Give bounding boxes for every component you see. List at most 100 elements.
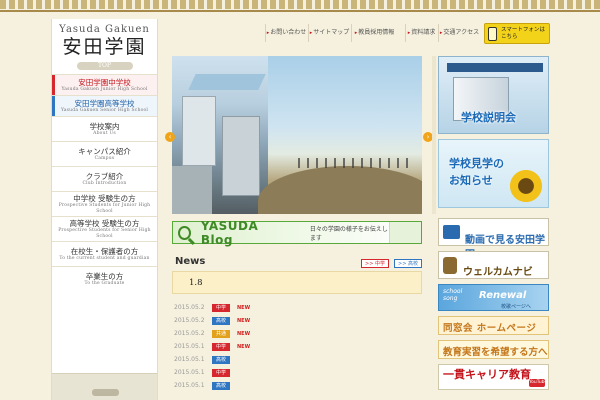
news-list: 2015.05.2 中学 NEW 2015.05.2 高校 NEW 2015.05.2 共通 N… [174,301,424,392]
song-tag-2: song [443,295,458,302]
news-date: 2015.05.2 [174,317,205,324]
sunflower-icon [508,168,544,204]
photo-building [172,166,212,214]
header-link-contact[interactable]: お問い合わせ [265,24,307,42]
news-row[interactable]: 2015.05.2 中学 NEW [174,301,424,314]
header-link-recruit[interactable]: 教員採用情報 [351,24,397,42]
nav-sublabel: Campus [94,155,115,161]
news-category-badge: 中学 [212,368,230,377]
school-song-tag: school song [443,288,462,302]
news-row[interactable]: 2015.05.1 高校 [174,353,424,366]
header-link-sitemap[interactable]: サイトマップ [308,24,350,42]
banner-video[interactable]: 動画で見る安田学園 [438,218,549,261]
news-date: 2015.05.2 [174,304,205,311]
blog-subtitle: 日々の学園の様子をお伝えします [309,225,388,242]
slide-photo-campus [172,56,268,214]
news-new-badge: NEW [237,304,251,311]
visit-line1: 学校見学の [449,157,504,170]
banner-career-education[interactable]: 一貫キャリア教育 YouTube [438,364,549,390]
nav-label: 卒業生の方 [85,271,124,281]
main-nav: 安田学園中学校 Yasuda Gakuen Junior High School… [52,74,157,291]
visit-line2: お知らせ [449,174,493,187]
nav-sublabel: To the Graduate [84,280,125,286]
blog-banner[interactable]: YASUDA Blog 日々の学園の様子をお伝えします [172,218,422,247]
school-song-main: Renewal [479,290,527,301]
nav-sublabel: Yasuda Gakuen Senior High School [60,107,149,113]
news-date: 2015.05.1 [174,356,205,363]
nav-clubs[interactable]: クラブ紹介 Club Introduction [52,166,157,191]
hero-slider[interactable] [172,56,422,214]
news-date: 2015.05.1 [174,343,205,350]
youtube-icon: YouTube [529,379,548,387]
nav-sublabel: Prospective Students for Junior High Sch… [58,202,151,214]
logo-japanese[interactable]: 安田学園 [52,36,157,58]
video-camera-icon [443,225,460,239]
news-junior-more-button[interactable]: >> 中学 [361,259,389,268]
featured-news-text: 1.8 [189,278,203,288]
nav-junior-applicants[interactable]: 中学校 受験生の方 Prospective Students for Junio… [52,191,157,216]
sidebar: Yasuda Gakuen 安田学園 TOP 安田学園中学校 Yasuda Ga… [51,19,158,400]
smartphone-line1: スマートフォンは [501,26,545,33]
photo-building [182,96,216,166]
nav-sublabel: About Us [93,130,116,136]
banner-welcome-navi[interactable]: ウェルカムナビ [438,251,549,279]
header-link-request-materials[interactable]: 資料請求 [405,24,437,42]
sidebar-scrollbar[interactable] [52,373,157,400]
banner-info-session-label: 学校説明会 [461,111,516,124]
news-row[interactable]: 2015.05.1 高校 [174,379,424,392]
news-row[interactable]: 2015.05.1 中学 [174,366,424,379]
banner-teaching-practice[interactable]: 教育実習を希望する方へ [438,340,549,359]
news-category-badge: 中学 [212,342,230,351]
nav-senior-applicants[interactable]: 高等学校 受験生の方 Prospective Students for Seni… [52,216,157,241]
nav-senior-high[interactable]: 安田学園高等学校 Yasuda Gakuen Senior High Schoo… [52,95,157,116]
nav-junior-high[interactable]: 安田学園中学校 Yasuda Gakuen Junior High School [52,74,157,95]
nav-graduates[interactable]: 卒業生の方 To the Graduate [52,266,157,291]
magnifier-icon [178,225,191,240]
nav-sublabel: Prospective Students for Senior High Sch… [58,227,151,239]
banner-school-visit-label: 学校見学の お知らせ [449,155,504,189]
nav-label: キャンパス紹介 [78,146,131,156]
banner-info-session[interactable]: 学校説明会 [438,56,549,134]
banner-career-label: 一貫キャリア教育 [443,368,531,381]
scrollbar-thumb[interactable] [92,389,119,396]
nav-sublabel: Club Introduction [82,180,127,186]
slide-photo-mountain [258,56,422,214]
news-date: 2015.05.1 [174,382,205,389]
logo-english[interactable]: Yasuda Gakuen [52,24,157,35]
nav-about[interactable]: 学校案内 About Us [52,116,157,141]
banner-welcome-label: ウェルカムナビ [463,267,533,278]
photo-hill [258,166,422,214]
blog-title: YASUDA Blog [200,218,259,247]
blog-banner-image [389,222,421,243]
nav-sublabel: Yasuda Gakuen Junior High School [61,86,148,92]
nav-campus[interactable]: キャンパス紹介 Campus [52,141,157,166]
banner-header-bar [447,63,543,72]
news-row[interactable]: 2015.05.2 高校 NEW [174,314,424,327]
nav-label: クラブ紹介 [85,171,124,181]
banner-alumni[interactable]: 同窓会 ホームページ [438,316,549,335]
news-category-badge: 高校 [212,381,230,390]
nav-label: 在校生・保護者の方 [70,246,139,256]
top-link[interactable]: TOP [76,62,133,70]
smartphone-site-button[interactable]: スマートフォンは こちら [484,23,550,44]
news-date: 2015.05.1 [174,369,205,376]
slider-prev-icon[interactable]: ‹ [165,132,175,142]
nav-label: 安田学園中学校 [78,77,131,87]
banner-school-visit[interactable]: 学校見学の お知らせ [438,139,549,208]
train-icon [443,257,457,274]
header-link-access[interactable]: 交通アクセス [438,24,480,42]
nav-sublabel: To the current student and guardian [59,255,150,261]
nav-current-students[interactable]: 在校生・保護者の方 To the current student and gua… [52,241,157,266]
school-song-sub: 校歌ページへ [501,304,531,310]
smartphone-icon [488,26,497,41]
banner-school-song[interactable]: school song Renewal 校歌ページへ [438,284,549,311]
news-senior-more-button[interactable]: >> 高校 [394,259,422,268]
news-heading: News [175,256,206,267]
news-new-badge: NEW [237,330,251,337]
news-category-badge: 高校 [212,316,230,325]
nav-label: 安田学園高等学校 [74,98,135,108]
news-row[interactable]: 2015.05.2 共通 NEW [174,327,424,340]
banner-teaching-label: 教育実習を希望する方へ [443,347,548,358]
featured-news[interactable]: 1.8 [172,271,422,294]
news-row[interactable]: 2015.05.1 中学 NEW [174,340,424,353]
